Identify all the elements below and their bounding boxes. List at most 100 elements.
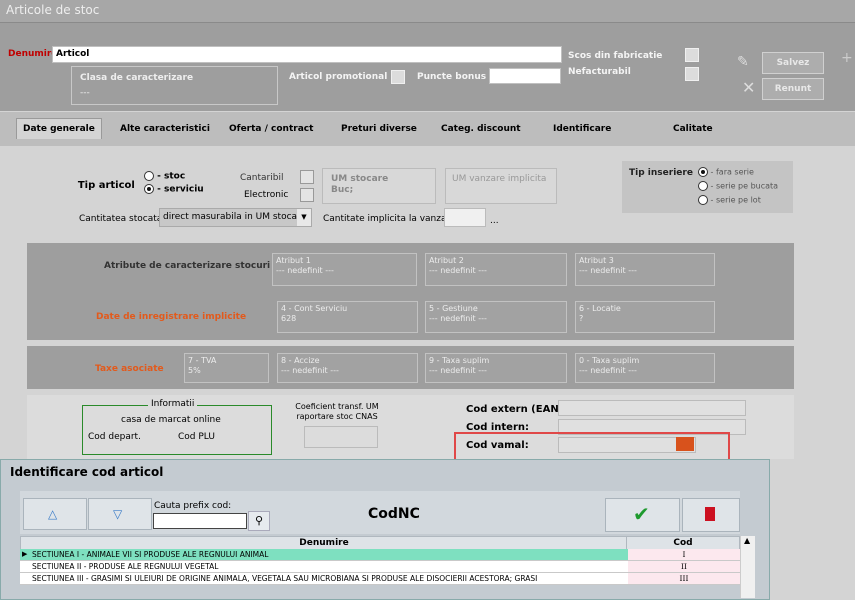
taxe-label: Taxe asociate <box>95 364 164 374</box>
accize-field[interactable]: 8 - Accize --- nedefinit --- <box>277 353 418 383</box>
tva-field[interactable]: 7 - TVA 5% <box>184 353 269 383</box>
save-button[interactable]: Salvez <box>762 52 824 74</box>
electronic-label: Electronic <box>244 190 289 200</box>
um-stocare-field[interactable]: UM stocare Buc; <box>322 168 436 204</box>
tip-articol-label: TTip articol <box>77 180 135 191</box>
atribut-2-field[interactable]: Atribut 2 --- nedefinit --- <box>425 253 567 286</box>
promo-checkbox[interactable] <box>391 70 405 84</box>
promo-label: Articol promotional <box>289 72 388 82</box>
atribut-1-field[interactable]: Atribut 1 --- nedefinit --- <box>272 253 417 286</box>
informatii-label: Informatii <box>148 399 198 409</box>
column-header-cod[interactable]: Cod <box>626 536 740 550</box>
atribute-label: Atribute de caracterizare stocuri <box>104 261 271 271</box>
cantitatea-label: Cantitatea stocata <box>79 214 163 224</box>
radio-serviciu-icon <box>144 184 154 194</box>
row-cod: II <box>628 561 740 572</box>
date-inregistrare-label: Date de inregistrare implicite <box>96 312 247 322</box>
tab-identificare[interactable]: Identificare <box>553 124 611 134</box>
cod-vamal-label: Cod vamal: <box>466 440 529 451</box>
radio-serie-bucata[interactable]: - serie pe bucata <box>698 181 778 191</box>
puncte-input[interactable] <box>489 68 561 84</box>
cancel-button[interactable]: Renunt <box>762 78 824 100</box>
tab-date-generale[interactable]: Date generale <box>16 118 102 139</box>
prev-button[interactable]: △ <box>23 498 87 530</box>
table-row[interactable]: SECTIUNEA III - GRASIMI SI ULEIURI DE OR… <box>20 573 740 585</box>
plus-icon[interactable]: + <box>841 50 853 66</box>
table-row[interactable]: ▶ SECTIUNEA I - ANIMALE VII SI PRODUSE A… <box>20 549 740 561</box>
search-input[interactable] <box>153 513 247 529</box>
save-icon: ✎ <box>737 54 749 70</box>
row-cod: I <box>628 549 740 560</box>
tab-calitate[interactable]: Calitate <box>673 124 713 134</box>
confirm-button[interactable]: ✔ <box>605 498 680 532</box>
tab-oferta-contract[interactable]: Oferta / contract <box>229 124 313 134</box>
cod-plu-label: Cod PLU <box>178 432 215 442</box>
row-cod: III <box>628 573 740 584</box>
scroll-up-icon[interactable]: ▲ <box>744 536 750 545</box>
tip-inseriere-label: Tip inseriere <box>629 168 693 178</box>
atribut-3-field[interactable]: Atribut 3 --- nedefinit --- <box>575 253 715 286</box>
row-denumire: SECTIUNEA II - PRODUSE ALE REGNULUI VEGE… <box>32 562 219 571</box>
nefacturabil-label: Nefacturabil <box>568 67 631 77</box>
row-denumire: SECTIUNEA I - ANIMALE VII SI PRODUSE ALE… <box>32 550 269 559</box>
radio-stoc[interactable]: - stoc <box>144 171 185 182</box>
coef-input[interactable] <box>304 426 378 448</box>
taxa-suplim-9-field[interactable]: 9 - Taxa suplim --- nedefinit --- <box>425 353 567 383</box>
gestiune-field[interactable]: 5 - Gestiune --- nedefinit --- <box>425 301 567 333</box>
cantaribil-checkbox[interactable] <box>300 170 314 184</box>
chevron-down-icon[interactable]: ▼ <box>297 209 311 226</box>
radio-serie-lot-icon <box>698 195 708 205</box>
next-button[interactable]: ▽ <box>88 498 152 530</box>
tab-categ-discount[interactable]: Categ. discount <box>441 124 521 134</box>
vertical-scrollbar[interactable]: ▲ <box>740 536 755 598</box>
close-dialog-button[interactable] <box>682 498 740 532</box>
tab-preturi-diverse[interactable]: Preturi diverse <box>341 124 417 134</box>
search-icon[interactable]: ⚲ <box>248 511 270 531</box>
electronic-checkbox[interactable] <box>300 188 314 202</box>
arrow-down-icon: ▽ <box>113 507 123 521</box>
cod-extern-input[interactable] <box>558 400 746 416</box>
check-icon: ✔ <box>633 502 650 526</box>
radio-serie-bucata-icon <box>698 181 708 191</box>
radio-serie-lot[interactable]: - serie pe lot <box>698 195 761 205</box>
cantitatea-select[interactable]: direct masurabila in UM stocare ▼ <box>159 208 312 227</box>
cantaribil-label: Cantaribil <box>240 173 284 183</box>
denumire-input[interactable]: Articol <box>52 46 562 63</box>
tab-alte-caracteristici[interactable]: Alte caracteristici <box>120 124 210 134</box>
column-header-denumire[interactable]: Denumire <box>20 536 628 550</box>
clasa-caracterizare-field[interactable]: Clasa de caracterizare --- <box>71 66 278 105</box>
radio-fara-serie[interactable]: - fara serie <box>698 167 754 177</box>
row-selector-icon: ▶ <box>22 550 28 558</box>
row-denumire: SECTIUNEA III - GRASIMI SI ULEIURI DE OR… <box>32 574 538 583</box>
taxa-suplim-0-field[interactable]: 0 - Taxa suplim --- nedefinit --- <box>575 353 715 383</box>
exit-door-icon <box>705 507 715 521</box>
scos-checkbox[interactable] <box>685 48 699 62</box>
radio-serviciu[interactable]: - serviciu <box>144 184 204 195</box>
cod-extern-label: Cod extern (EAN): <box>466 404 568 415</box>
cod-vamal-lookup-button[interactable] <box>676 437 694 451</box>
cod-depart-label: Cod depart. <box>88 432 141 442</box>
cant-implicita-input[interactable] <box>444 208 486 227</box>
puncte-label: Puncte bonus <box>417 72 487 82</box>
cancel-icon: ✕ <box>742 78 756 97</box>
denumire-label: Denumire <box>8 49 58 59</box>
um-vanzare-field[interactable]: UM vanzare implicita <box>445 168 557 204</box>
window-titlebar: Articole de stoc <box>0 0 855 23</box>
nefacturabil-checkbox[interactable] <box>685 67 699 81</box>
arrow-up-icon: △ <box>48 507 58 521</box>
cont-serviciu-field[interactable]: 4 - Cont Serviciu 628 <box>277 301 418 333</box>
dialog-title: Identificare cod articol <box>10 465 164 479</box>
coef-label: Coeficient transf. UM raportare stoc CNA… <box>295 402 379 421</box>
window-title: Articole de stoc <box>6 3 100 17</box>
dialog-heading: CodNC <box>368 506 420 522</box>
casa-marcat-group <box>82 405 272 455</box>
locatie-field[interactable]: 6 - Locatie? <box>575 301 715 333</box>
radio-stoc-icon <box>144 171 154 181</box>
cant-implicita-label: Cantitate implicita la vanzare <box>323 214 456 224</box>
radio-fara-serie-icon <box>698 167 708 177</box>
scos-label: Scos din fabricatie <box>568 51 663 61</box>
search-label: Cauta prefix cod: <box>154 501 232 511</box>
casa-marcat-label: casa de marcat online <box>121 415 221 425</box>
cant-implicita-more[interactable]: ... <box>490 216 499 226</box>
table-row[interactable]: SECTIUNEA II - PRODUSE ALE REGNULUI VEGE… <box>20 561 740 573</box>
